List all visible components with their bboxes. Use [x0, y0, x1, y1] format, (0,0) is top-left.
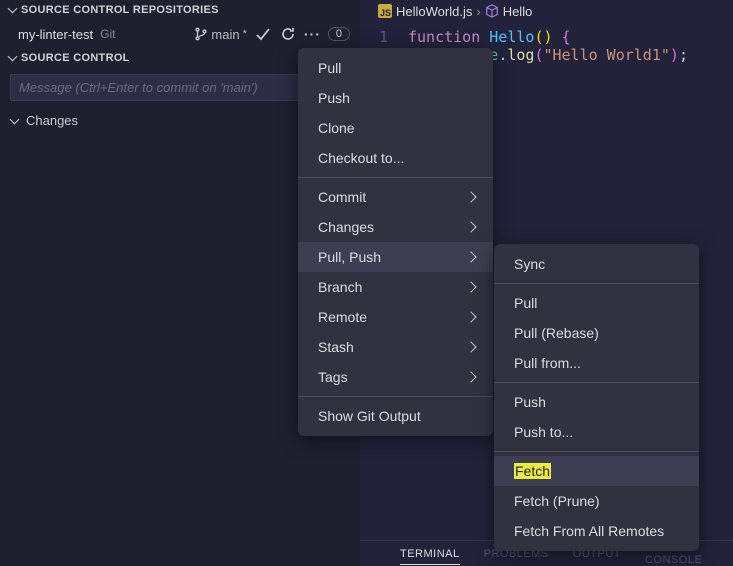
commit-check-icon[interactable] — [254, 25, 272, 43]
repo-type: Git — [100, 27, 115, 41]
menu-stash[interactable]: Stash — [298, 332, 493, 362]
branch-icon — [194, 27, 208, 41]
menu-separator — [494, 283, 699, 284]
more-actions-icon[interactable]: ··· — [304, 26, 321, 42]
chevron-right-icon — [465, 221, 476, 232]
submenu-pull-from[interactable]: Pull from... — [494, 348, 699, 378]
menu-show-git-output[interactable]: Show Git Output — [298, 401, 493, 431]
submenu-push[interactable]: Push — [494, 387, 699, 417]
commit-message-field[interactable] — [19, 80, 341, 95]
file-name: HelloWorld.js — [396, 4, 472, 19]
menu-push[interactable]: Push — [298, 83, 493, 113]
submenu-sync[interactable]: Sync — [494, 249, 699, 279]
chevron-right-icon — [465, 251, 476, 262]
changes-badge: 0 — [328, 27, 350, 41]
repositories-header[interactable]: SOURCE CONTROL REPOSITORIES — [0, 0, 360, 20]
line-number: 1 — [360, 28, 408, 46]
menu-checkout[interactable]: Checkout to... — [298, 143, 493, 173]
menu-pull[interactable]: Pull — [298, 53, 493, 83]
menu-commit[interactable]: Commit — [298, 182, 493, 212]
chevron-down-icon — [10, 116, 20, 126]
repo-name: my-linter-test — [18, 27, 93, 42]
chevron-down-icon — [8, 53, 18, 63]
symbol-icon — [485, 4, 499, 18]
submenu-pull-rebase[interactable]: Pull (Rebase) — [494, 318, 699, 348]
branch-sync-star: * — [243, 28, 247, 40]
code-line-1: function Hello() { — [408, 28, 571, 46]
breadcrumb[interactable]: JS HelloWorld.js › Hello — [360, 0, 733, 22]
menu-separator — [298, 177, 493, 178]
submenu-push-to[interactable]: Push to... — [494, 417, 699, 447]
menu-pull-push[interactable]: Pull, Push — [298, 242, 493, 272]
chevron-right-icon — [465, 311, 476, 322]
chevron-right-icon — [465, 341, 476, 352]
chevron-right-icon — [465, 281, 476, 292]
submenu-fetch-prune[interactable]: Fetch (Prune) — [494, 486, 699, 516]
js-file-icon: JS — [378, 4, 392, 18]
chevron-down-icon — [8, 5, 18, 15]
menu-changes[interactable]: Changes — [298, 212, 493, 242]
source-control-title: SOURCE CONTROL — [21, 52, 130, 64]
refresh-icon[interactable] — [279, 25, 297, 43]
menu-branch[interactable]: Branch — [298, 272, 493, 302]
tab-terminal[interactable]: TERMINAL — [400, 548, 460, 565]
menu-separator — [494, 451, 699, 452]
pull-push-submenu: Sync Pull Pull (Rebase) Pull from... Pus… — [494, 244, 699, 551]
chevron-right-icon: › — [476, 4, 480, 19]
chevron-right-icon — [465, 191, 476, 202]
menu-clone[interactable]: Clone — [298, 113, 493, 143]
submenu-fetch-all[interactable]: Fetch From All Remotes — [494, 516, 699, 546]
chevron-right-icon — [465, 371, 476, 382]
repositories-title: SOURCE CONTROL REPOSITORIES — [21, 4, 219, 16]
menu-separator — [298, 396, 493, 397]
submenu-fetch[interactable]: Fetch — [494, 456, 699, 486]
symbol-name: Hello — [503, 4, 533, 19]
branch-name: main — [211, 27, 239, 42]
branch-indicator[interactable]: main * — [194, 27, 246, 42]
menu-tags[interactable]: Tags — [298, 362, 493, 392]
menu-separator — [494, 382, 699, 383]
changes-label: Changes — [26, 113, 78, 128]
repository-row[interactable]: my-linter-test Git main * ··· 0 — [0, 20, 360, 48]
scm-context-menu: Pull Push Clone Checkout to... Commit Ch… — [298, 48, 493, 436]
menu-remote[interactable]: Remote — [298, 302, 493, 332]
submenu-pull[interactable]: Pull — [494, 288, 699, 318]
